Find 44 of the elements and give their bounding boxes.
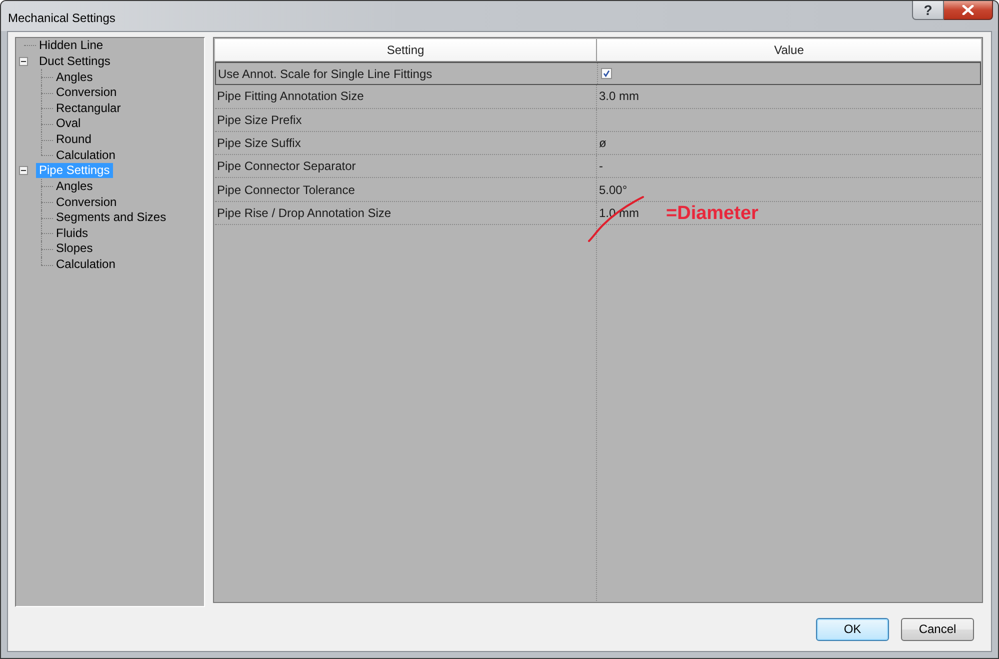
tree-item[interactable]: Angles: [53, 178, 96, 194]
table-row[interactable]: Pipe Fitting Annotation Size 3.0 mm: [215, 85, 981, 109]
tree-item[interactable]: Calculation: [53, 148, 118, 163]
tree-item[interactable]: Fluids: [53, 226, 92, 241]
tree-item[interactable]: Round: [53, 132, 94, 148]
table-cell-text: 3.0 mm: [599, 88, 640, 106]
table-cell-text: Use Annot. Scale for Single Line Fittings: [218, 66, 432, 83]
dialog-button[interactable]: Cancel: [901, 618, 974, 640]
close-button[interactable]: [944, 1, 993, 20]
close-icon: [962, 5, 974, 15]
table-row[interactable]: Pipe Connector Separator -: [215, 155, 981, 178]
tree-item[interactable]: Hidden Line: [36, 38, 106, 54]
table-cell-text: 5.00°: [599, 182, 628, 199]
table-cell-text: Pipe Connector Separator: [217, 158, 356, 176]
tree-item[interactable]: Oval: [53, 116, 84, 132]
tree-item[interactable]: Angles: [53, 70, 96, 85]
tree-item[interactable]: Calculation: [53, 257, 118, 272]
table-cell-text: Pipe Connector Tolerance: [217, 182, 355, 199]
pen-stroke: [587, 195, 645, 243]
collapse-icon[interactable]: [19, 56, 28, 66]
checked-checkbox[interactable]: [601, 68, 612, 80]
tree-item[interactable]: Conversion: [53, 85, 120, 100]
help-button[interactable]: ?: [912, 1, 944, 20]
window-title: Mechanical Settings: [8, 10, 116, 27]
table-cell-text: Pipe Size Prefix: [217, 112, 302, 129]
table-cell-text: Pipe Fitting Annotation Size: [217, 88, 364, 106]
column-header[interactable]: Value: [597, 39, 981, 61]
table-cell-text: Pipe Size Suffix: [217, 135, 301, 152]
tree-item[interactable]: Segments and Sizes: [53, 210, 170, 226]
tree-item[interactable]: Slopes: [53, 241, 96, 256]
table-cell-text: ø: [599, 135, 606, 152]
column-header[interactable]: Setting: [215, 39, 597, 61]
tree-item[interactable]: Rectangular: [53, 100, 124, 116]
tree-item[interactable]: Duct Settings: [36, 54, 114, 69]
tree-item[interactable]: Conversion: [53, 194, 120, 210]
annotation-text: =Diameter: [666, 203, 758, 225]
table-row[interactable]: Pipe Size Prefix: [215, 108, 981, 132]
table-row[interactable]: Use Annot. Scale for Single Line Fittings: [215, 62, 981, 86]
table-cell-text: Pipe Rise / Drop Annotation Size: [217, 204, 392, 222]
dialog-button[interactable]: OK: [816, 618, 889, 640]
table-row[interactable]: Pipe Size Suffix ø: [215, 132, 981, 156]
collapse-icon[interactable]: [19, 166, 28, 176]
table-cell-text: -: [599, 158, 603, 176]
table-row[interactable]: Pipe Connector Tolerance 5.00°: [215, 178, 981, 202]
